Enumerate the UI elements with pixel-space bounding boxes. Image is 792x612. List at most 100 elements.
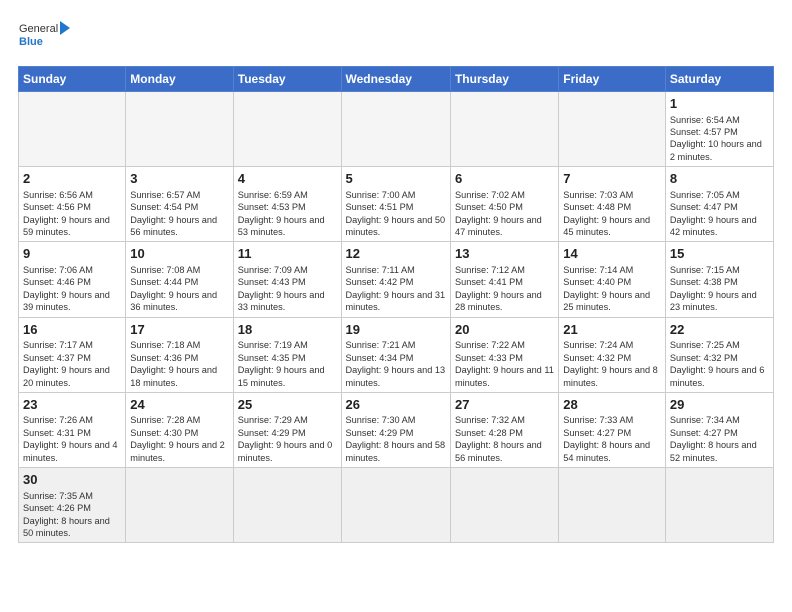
day-info: Sunrise: 7:03 AM Sunset: 4:48 PM Dayligh… xyxy=(563,189,661,239)
calendar-cell: 27Sunrise: 7:32 AM Sunset: 4:28 PM Dayli… xyxy=(450,392,558,467)
day-number: 20 xyxy=(455,321,554,339)
day-info: Sunrise: 7:35 AM Sunset: 4:26 PM Dayligh… xyxy=(23,490,121,540)
day-info: Sunrise: 6:54 AM Sunset: 4:57 PM Dayligh… xyxy=(670,114,769,164)
calendar-cell: 2Sunrise: 6:56 AM Sunset: 4:56 PM Daylig… xyxy=(19,167,126,242)
calendar-cell: 24Sunrise: 7:28 AM Sunset: 4:30 PM Dayli… xyxy=(126,392,233,467)
calendar-cell: 17Sunrise: 7:18 AM Sunset: 4:36 PM Dayli… xyxy=(126,317,233,392)
calendar-cell: 23Sunrise: 7:26 AM Sunset: 4:31 PM Dayli… xyxy=(19,392,126,467)
day-info: Sunrise: 7:19 AM Sunset: 4:35 PM Dayligh… xyxy=(238,339,337,389)
day-info: Sunrise: 7:02 AM Sunset: 4:50 PM Dayligh… xyxy=(455,189,554,239)
calendar-cell: 14Sunrise: 7:14 AM Sunset: 4:40 PM Dayli… xyxy=(559,242,666,317)
calendar-week-row: 16Sunrise: 7:17 AM Sunset: 4:37 PM Dayli… xyxy=(19,317,774,392)
day-number: 24 xyxy=(130,396,228,414)
day-info: Sunrise: 7:14 AM Sunset: 4:40 PM Dayligh… xyxy=(563,264,661,314)
calendar-cell xyxy=(559,468,666,543)
day-info: Sunrise: 7:06 AM Sunset: 4:46 PM Dayligh… xyxy=(23,264,121,314)
calendar-cell: 9Sunrise: 7:06 AM Sunset: 4:46 PM Daylig… xyxy=(19,242,126,317)
calendar-cell: 22Sunrise: 7:25 AM Sunset: 4:32 PM Dayli… xyxy=(665,317,773,392)
day-info: Sunrise: 7:30 AM Sunset: 4:29 PM Dayligh… xyxy=(346,414,446,464)
calendar-cell xyxy=(665,468,773,543)
day-number: 26 xyxy=(346,396,446,414)
calendar-cell xyxy=(233,92,341,167)
calendar-cell xyxy=(341,468,450,543)
calendar-cell: 8Sunrise: 7:05 AM Sunset: 4:47 PM Daylig… xyxy=(665,167,773,242)
calendar-cell: 1Sunrise: 6:54 AM Sunset: 4:57 PM Daylig… xyxy=(665,92,773,167)
calendar-cell: 18Sunrise: 7:19 AM Sunset: 4:35 PM Dayli… xyxy=(233,317,341,392)
day-info: Sunrise: 7:21 AM Sunset: 4:34 PM Dayligh… xyxy=(346,339,446,389)
day-info: Sunrise: 7:09 AM Sunset: 4:43 PM Dayligh… xyxy=(238,264,337,314)
generalblue-logo-icon: General Blue xyxy=(18,18,70,56)
calendar-week-row: 9Sunrise: 7:06 AM Sunset: 4:46 PM Daylig… xyxy=(19,242,774,317)
day-number: 28 xyxy=(563,396,661,414)
day-info: Sunrise: 6:57 AM Sunset: 4:54 PM Dayligh… xyxy=(130,189,228,239)
calendar-header-wednesday: Wednesday xyxy=(341,67,450,92)
day-info: Sunrise: 7:26 AM Sunset: 4:31 PM Dayligh… xyxy=(23,414,121,464)
day-number: 15 xyxy=(670,245,769,263)
calendar-cell: 21Sunrise: 7:24 AM Sunset: 4:32 PM Dayli… xyxy=(559,317,666,392)
day-info: Sunrise: 7:28 AM Sunset: 4:30 PM Dayligh… xyxy=(130,414,228,464)
calendar-cell: 26Sunrise: 7:30 AM Sunset: 4:29 PM Dayli… xyxy=(341,392,450,467)
day-number: 19 xyxy=(346,321,446,339)
day-info: Sunrise: 7:34 AM Sunset: 4:27 PM Dayligh… xyxy=(670,414,769,464)
day-number: 6 xyxy=(455,170,554,188)
calendar-cell xyxy=(233,468,341,543)
calendar-week-row: 2Sunrise: 6:56 AM Sunset: 4:56 PM Daylig… xyxy=(19,167,774,242)
calendar-cell: 7Sunrise: 7:03 AM Sunset: 4:48 PM Daylig… xyxy=(559,167,666,242)
calendar-cell: 10Sunrise: 7:08 AM Sunset: 4:44 PM Dayli… xyxy=(126,242,233,317)
day-number: 4 xyxy=(238,170,337,188)
day-info: Sunrise: 7:15 AM Sunset: 4:38 PM Dayligh… xyxy=(670,264,769,314)
day-number: 3 xyxy=(130,170,228,188)
calendar-cell: 12Sunrise: 7:11 AM Sunset: 4:42 PM Dayli… xyxy=(341,242,450,317)
day-number: 1 xyxy=(670,95,769,113)
day-info: Sunrise: 7:05 AM Sunset: 4:47 PM Dayligh… xyxy=(670,189,769,239)
calendar-header-friday: Friday xyxy=(559,67,666,92)
calendar-cell: 20Sunrise: 7:22 AM Sunset: 4:33 PM Dayli… xyxy=(450,317,558,392)
calendar-cell: 16Sunrise: 7:17 AM Sunset: 4:37 PM Dayli… xyxy=(19,317,126,392)
day-info: Sunrise: 7:12 AM Sunset: 4:41 PM Dayligh… xyxy=(455,264,554,314)
calendar-cell xyxy=(19,92,126,167)
svg-text:General: General xyxy=(19,23,58,35)
day-number: 22 xyxy=(670,321,769,339)
calendar-cell xyxy=(450,468,558,543)
day-number: 23 xyxy=(23,396,121,414)
day-info: Sunrise: 6:56 AM Sunset: 4:56 PM Dayligh… xyxy=(23,189,121,239)
day-number: 12 xyxy=(346,245,446,263)
day-info: Sunrise: 7:11 AM Sunset: 4:42 PM Dayligh… xyxy=(346,264,446,314)
logo: General Blue xyxy=(18,18,70,56)
calendar-cell xyxy=(126,92,233,167)
day-info: Sunrise: 7:17 AM Sunset: 4:37 PM Dayligh… xyxy=(23,339,121,389)
day-number: 8 xyxy=(670,170,769,188)
day-number: 16 xyxy=(23,321,121,339)
calendar-header-row: SundayMondayTuesdayWednesdayThursdayFrid… xyxy=(19,67,774,92)
day-info: Sunrise: 7:18 AM Sunset: 4:36 PM Dayligh… xyxy=(130,339,228,389)
calendar-cell: 11Sunrise: 7:09 AM Sunset: 4:43 PM Dayli… xyxy=(233,242,341,317)
day-number: 29 xyxy=(670,396,769,414)
calendar-cell xyxy=(450,92,558,167)
day-info: Sunrise: 7:29 AM Sunset: 4:29 PM Dayligh… xyxy=(238,414,337,464)
day-info: Sunrise: 7:33 AM Sunset: 4:27 PM Dayligh… xyxy=(563,414,661,464)
calendar-week-row: 23Sunrise: 7:26 AM Sunset: 4:31 PM Dayli… xyxy=(19,392,774,467)
day-info: Sunrise: 6:59 AM Sunset: 4:53 PM Dayligh… xyxy=(238,189,337,239)
day-number: 30 xyxy=(23,471,121,489)
calendar-cell: 19Sunrise: 7:21 AM Sunset: 4:34 PM Dayli… xyxy=(341,317,450,392)
day-info: Sunrise: 7:08 AM Sunset: 4:44 PM Dayligh… xyxy=(130,264,228,314)
calendar-cell: 5Sunrise: 7:00 AM Sunset: 4:51 PM Daylig… xyxy=(341,167,450,242)
day-number: 13 xyxy=(455,245,554,263)
day-number: 11 xyxy=(238,245,337,263)
calendar-cell xyxy=(559,92,666,167)
calendar-week-row: 30Sunrise: 7:35 AM Sunset: 4:26 PM Dayli… xyxy=(19,468,774,543)
day-number: 5 xyxy=(346,170,446,188)
day-number: 9 xyxy=(23,245,121,263)
calendar-header-thursday: Thursday xyxy=(450,67,558,92)
day-number: 17 xyxy=(130,321,228,339)
header: General Blue xyxy=(18,18,774,56)
calendar-header-sunday: Sunday xyxy=(19,67,126,92)
calendar-cell: 15Sunrise: 7:15 AM Sunset: 4:38 PM Dayli… xyxy=(665,242,773,317)
day-info: Sunrise: 7:00 AM Sunset: 4:51 PM Dayligh… xyxy=(346,189,446,239)
day-number: 2 xyxy=(23,170,121,188)
day-number: 18 xyxy=(238,321,337,339)
calendar-header-tuesday: Tuesday xyxy=(233,67,341,92)
calendar-cell: 13Sunrise: 7:12 AM Sunset: 4:41 PM Dayli… xyxy=(450,242,558,317)
day-info: Sunrise: 7:22 AM Sunset: 4:33 PM Dayligh… xyxy=(455,339,554,389)
day-number: 21 xyxy=(563,321,661,339)
